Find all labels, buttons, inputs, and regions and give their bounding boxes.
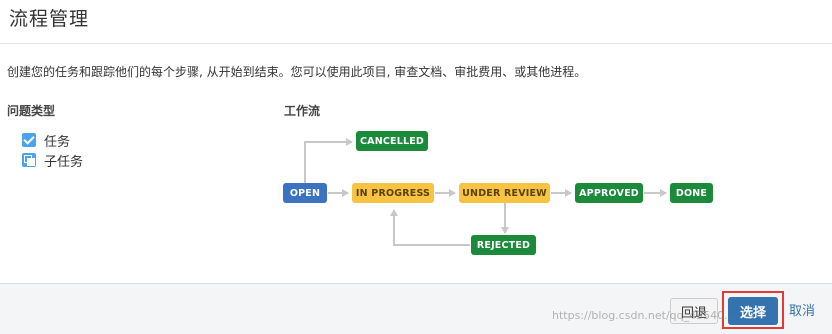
subtask-icon bbox=[22, 153, 36, 167]
watermark-text: https://blog.csdn.net/qq_43540... bbox=[552, 309, 735, 322]
status-approved: APPROVED bbox=[575, 183, 643, 203]
status-open: OPEN bbox=[283, 183, 327, 203]
select-button[interactable]: 选择 bbox=[728, 297, 778, 325]
workflow-label: 工作流 bbox=[284, 104, 321, 118]
arrow-open-cancelled bbox=[304, 138, 353, 183]
issue-type-label: 任务 bbox=[44, 134, 71, 150]
project-description: 创建您的任务和跟踪他们的每个步骤, 从开始到结束。您可以使用此项目, 审查文档、… bbox=[7, 65, 587, 79]
task-icon bbox=[22, 133, 36, 147]
dialog-header: 流程管理 bbox=[0, 0, 832, 44]
issue-type-task: 任务 bbox=[22, 130, 83, 150]
arrow-rejected-inprogress bbox=[390, 209, 470, 246]
status-in-progress: IN PROGRESS bbox=[352, 183, 434, 203]
status-cancelled: CANCELLED bbox=[356, 131, 428, 151]
status-done: DONE bbox=[670, 183, 713, 203]
cancel-link[interactable]: 取消 bbox=[789, 300, 815, 319]
issue-type-label: 子任务 bbox=[44, 154, 84, 170]
issue-type-subtask: 子任务 bbox=[22, 150, 83, 170]
issue-types-list: 任务 子任务 bbox=[22, 130, 83, 170]
status-under-review: UNDER REVIEW bbox=[459, 183, 550, 203]
dialog-title: 流程管理 bbox=[9, 8, 90, 30]
status-rejected: REJECTED bbox=[471, 235, 536, 255]
issue-types-label: 问题类型 bbox=[7, 104, 56, 118]
